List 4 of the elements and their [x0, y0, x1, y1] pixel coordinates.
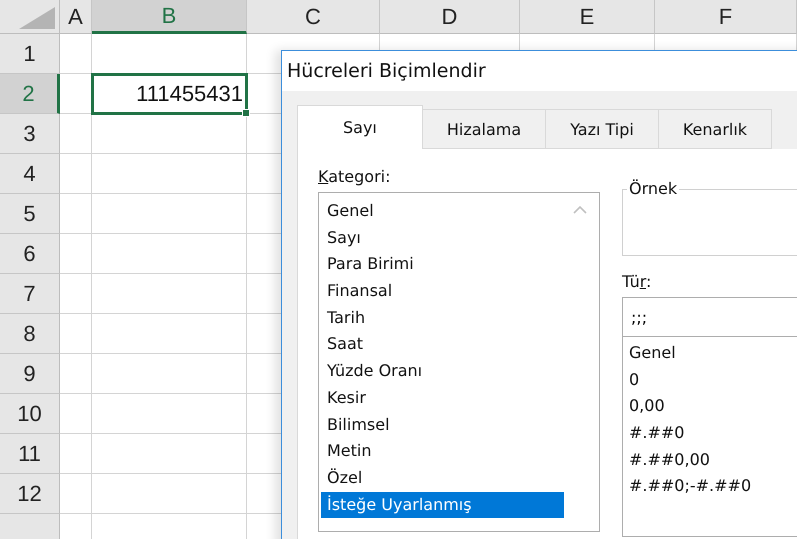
type-label: Tür:	[622, 272, 652, 291]
cell-value: 111455431	[136, 81, 243, 107]
dialog-title: Hücreleri Biçimlendir	[287, 60, 486, 82]
category-label: Kategori:	[318, 167, 392, 186]
